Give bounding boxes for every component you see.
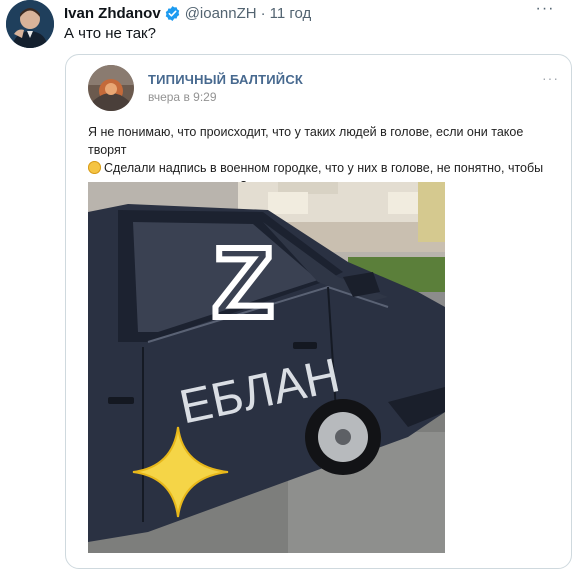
vk-post-text-line1: Я не понимаю, что происходит, что у таки…: [88, 125, 524, 157]
tweet-header: Ivan Zhdanov @ioannZH · 11 год: [64, 3, 311, 23]
embedded-vk-post[interactable]: ТИПИЧНЫЙ БАЛТИЙСК вчера в 9:29 ··· Я не …: [65, 54, 572, 569]
vk-post-text-line2: Сделали надпись в военном городке, что у…: [104, 161, 544, 175]
vk-post-time[interactable]: вчера в 9:29: [148, 90, 217, 104]
author-avatar[interactable]: [6, 0, 54, 48]
verified-badge-icon: [164, 5, 181, 22]
more-options-icon[interactable]: ···: [532, 1, 558, 22]
graffiti-z: Z: [212, 227, 273, 339]
vk-more-options-icon[interactable]: ···: [542, 70, 559, 86]
vk-group-avatar[interactable]: [88, 65, 134, 111]
car-graffiti-photo[interactable]: Z ЕБЛАН: [88, 182, 445, 553]
vk-group-name[interactable]: ТИПИЧНЫЙ БАЛТИЙСК: [148, 72, 303, 87]
confused-face-emoji-icon: [88, 161, 101, 174]
tweet: Ivan Zhdanov @ioannZH · 11 год ··· А что…: [0, 0, 572, 569]
author-handle[interactable]: @ioannZH: [185, 5, 257, 22]
author-name[interactable]: Ivan Zhdanov: [64, 5, 161, 22]
tweet-text: А что не так?: [64, 25, 156, 42]
tweet-time[interactable]: 11 год: [270, 5, 312, 22]
separator-dot: ·: [260, 4, 266, 22]
vk-post-text-line2-wrap: Сделали надпись в военном городке, что у…: [88, 159, 558, 177]
